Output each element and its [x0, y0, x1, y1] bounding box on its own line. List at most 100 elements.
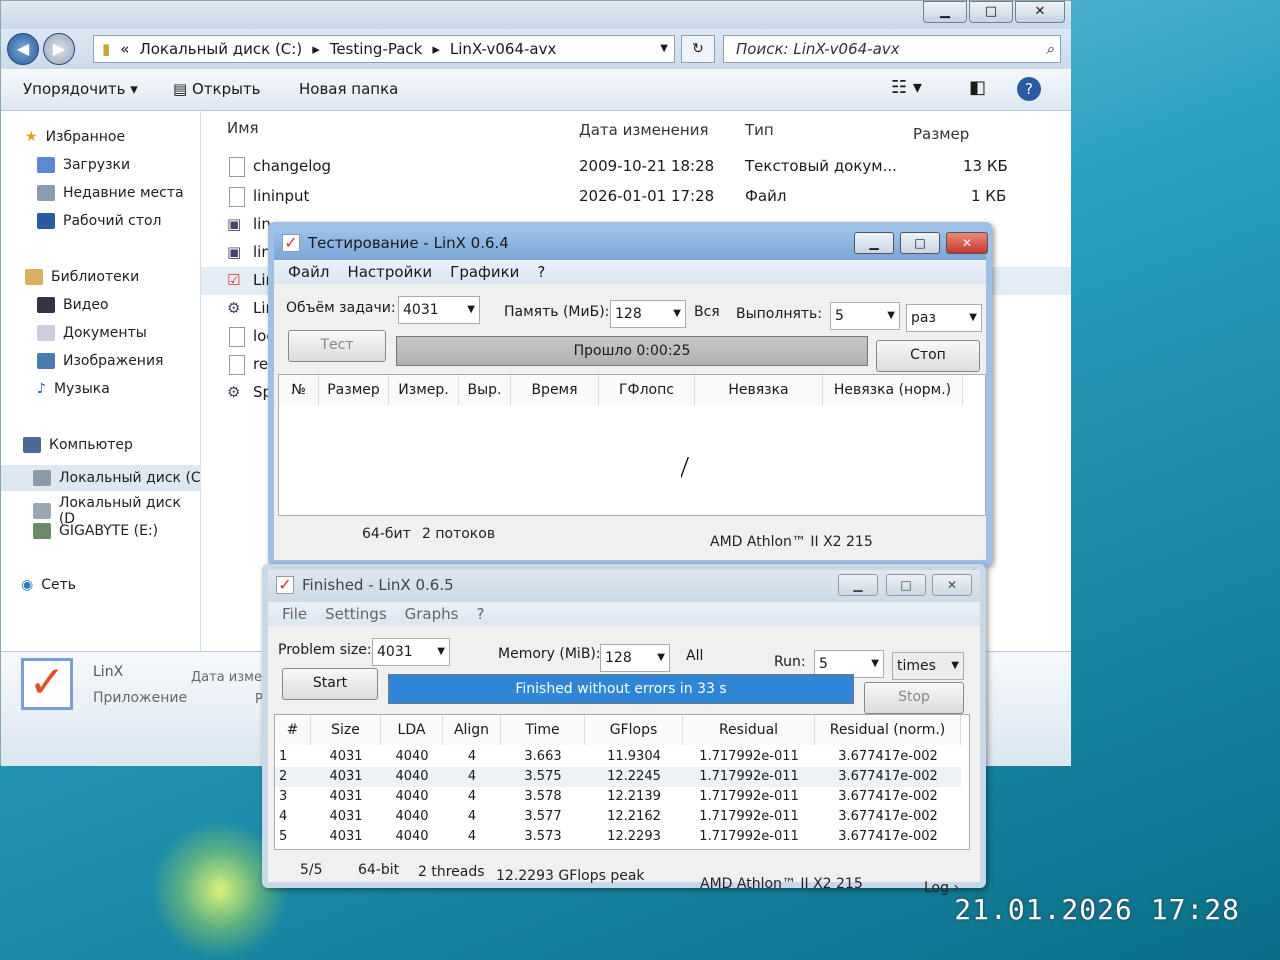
new-folder-button[interactable]: Новая папка — [299, 80, 398, 98]
table-row[interactable]: 3 4031 4040 4 3.578 12.2139 1.717992e-011 3.677… — [275, 787, 961, 807]
maximize-button[interactable]: □ — [969, 1, 1013, 23]
minimize-button[interactable]: ▁ — [838, 574, 878, 596]
refresh-button[interactable]: ↻ — [681, 35, 715, 63]
close-button[interactable]: ✕ — [1015, 1, 1065, 23]
sidebar-item-video[interactable]: Видео — [37, 297, 109, 313]
column-header-date[interactable]: Дата изменения — [579, 121, 709, 139]
problem-size-label: Problem size: — [278, 642, 372, 658]
linx-en-menubar: File Settings Graphs ? — [268, 602, 980, 626]
chevron-down-icon: ▼ — [467, 304, 475, 315]
sidebar-item-label: Локальный диск (C — [59, 470, 201, 486]
run-unit-select[interactable]: times ▼ — [892, 652, 964, 680]
stop-button[interactable]: Стоп — [876, 340, 980, 372]
forward-button[interactable]: ▶ — [43, 33, 75, 65]
column-header[interactable]: # — [275, 715, 311, 745]
memory-select[interactable]: 128 ▼ — [600, 644, 670, 672]
breadcrumb-linx[interactable]: LinX-v064-avx — [450, 36, 556, 62]
column-header[interactable]: ГФлопс — [599, 375, 695, 405]
table-cell: 4 — [467, 769, 477, 784]
open-button[interactable]: ▤ Открыть — [173, 80, 261, 98]
table-row[interactable]: 4 4031 4040 4 3.577 12.2162 1.717992e-011 3.677… — [275, 807, 961, 827]
close-button[interactable]: ✕ — [932, 574, 972, 596]
sidebar-item-recent[interactable]: Недавние места — [37, 185, 184, 201]
sidebar-item-favorites[interactable]: ★ Избранное — [25, 129, 125, 145]
column-header[interactable]: LDA — [381, 715, 443, 745]
column-header[interactable]: Residual — [683, 715, 815, 745]
start-button[interactable]: Start — [282, 668, 378, 700]
column-header[interactable]: GFlops — [585, 715, 683, 745]
sidebar-item-desktop[interactable]: Рабочий стол — [37, 213, 162, 229]
stop-button[interactable]: Stop — [864, 682, 964, 714]
column-header[interactable]: Выр. — [459, 375, 511, 405]
column-header[interactable]: Residual (norm.) — [815, 715, 961, 745]
column-header[interactable]: Align — [443, 715, 501, 745]
sidebar-item-label: Избранное — [45, 129, 126, 145]
sidebar-item-label: Рабочий стол — [63, 213, 162, 229]
search-icon[interactable]: ⌕ — [1046, 36, 1054, 62]
column-header[interactable]: Size — [311, 715, 381, 745]
chevron-down-icon[interactable]: ▼ — [660, 36, 668, 62]
sidebar-item-gigabyte[interactable]: GIGABYTE (E:) — [33, 523, 158, 539]
menu-help[interactable]: ? — [537, 260, 545, 284]
column-header-name[interactable]: Имя — [227, 119, 259, 137]
column-header[interactable]: Невязка (норм.) — [823, 375, 963, 405]
maximize-button[interactable]: □ — [900, 232, 940, 254]
breadcrumb-testing-pack[interactable]: Testing-Pack — [330, 36, 423, 62]
linx-check-icon: ☑ — [227, 271, 241, 289]
breadcrumb-disk-c[interactable]: Локальный диск (C:) — [139, 36, 302, 62]
file-row[interactable]: changelog 2009-10-21 18:28 Текстовый док… — [201, 153, 1071, 181]
column-header[interactable]: Время — [511, 375, 599, 405]
sidebar-item-disk-c[interactable]: Локальный диск (C — [1, 465, 201, 491]
organize-button[interactable]: Упорядочить ▾ — [23, 80, 138, 98]
sidebar-item-documents[interactable]: Документы — [37, 325, 147, 341]
sidebar-item-images[interactable]: Изображения — [37, 353, 163, 369]
column-header[interactable]: Размер — [319, 375, 389, 405]
sidebar-item-computer[interactable]: Компьютер — [23, 437, 133, 453]
star-icon: ★ — [25, 129, 38, 145]
menu-graphs[interactable]: Графики — [450, 260, 519, 284]
run-unit-select[interactable]: раз ▼ — [906, 304, 982, 332]
column-header[interactable]: № — [279, 375, 319, 405]
file-date: 2026-01-01 17:28 — [579, 187, 715, 205]
menu-file[interactable]: File — [282, 602, 307, 626]
column-header[interactable]: Time — [501, 715, 585, 745]
sidebar-item-libraries[interactable]: Библиотеки — [25, 269, 139, 285]
preview-pane-icon[interactable]: ◧ — [969, 77, 986, 98]
table-row[interactable]: 2 4031 4040 4 3.575 12.2245 1.717992e-011 3.677… — [275, 767, 961, 787]
test-button[interactable]: Тест — [288, 330, 386, 362]
menu-file[interactable]: Файл — [288, 260, 329, 284]
sidebar-item-label: Видео — [63, 297, 109, 313]
search-input[interactable]: Поиск: LinX-v064-avx ⌕ — [723, 35, 1061, 63]
run-count-select[interactable]: 5 ▼ — [830, 302, 900, 330]
table-row[interactable]: 5 4031 4040 4 3.573 12.2293 1.717992e-011 3.677… — [275, 827, 961, 847]
view-options-icon[interactable]: ☷ ▾ — [891, 77, 922, 98]
breadcrumb-overflow[interactable]: « — [120, 36, 129, 62]
maximize-button[interactable]: □ — [886, 574, 926, 596]
table-cell: 3.677417e-002 — [838, 829, 938, 844]
menu-help[interactable]: ? — [476, 602, 484, 626]
table-cell: 4040 — [395, 769, 429, 784]
column-header[interactable]: Невязка — [695, 375, 823, 405]
table-row[interactable]: 1 4031 4040 4 3.663 11.9304 1.717992e-011 3.677… — [275, 747, 961, 767]
menu-settings[interactable]: Настройки — [347, 260, 432, 284]
memory-all-label: Вся — [694, 304, 720, 320]
sidebar-item-music[interactable]: ♪ Музыка — [37, 381, 110, 397]
address-bar[interactable]: ▮ « Локальный диск (C:) ▸ Testing-Pack ▸… — [93, 35, 675, 63]
sidebar-item-network[interactable]: ◉ Сеть — [21, 577, 76, 593]
memory-select[interactable]: 128 ▼ — [610, 300, 686, 328]
sidebar-item-downloads[interactable]: Загрузки — [37, 157, 130, 173]
open-label: Открыть — [191, 80, 261, 98]
menu-settings[interactable]: Settings — [325, 602, 387, 626]
help-icon[interactable]: ? — [1017, 77, 1041, 101]
minimize-button[interactable]: ▁ — [854, 232, 894, 254]
column-header-size[interactable]: Размер — [913, 125, 969, 143]
minimize-button[interactable]: ▁ — [923, 1, 967, 23]
close-button[interactable]: ✕ — [946, 232, 988, 254]
problem-size-select[interactable]: 4031 ▼ — [398, 296, 480, 324]
column-header-type[interactable]: Тип — [745, 121, 774, 139]
problem-size-select[interactable]: 4031 ▼ — [372, 638, 450, 666]
file-row[interactable]: lininput 2026-01-01 17:28 Файл 1 КБ — [201, 183, 1071, 211]
back-button[interactable]: ◀ — [7, 33, 39, 65]
menu-graphs[interactable]: Graphs — [405, 602, 459, 626]
column-header[interactable]: Измер. — [389, 375, 459, 405]
